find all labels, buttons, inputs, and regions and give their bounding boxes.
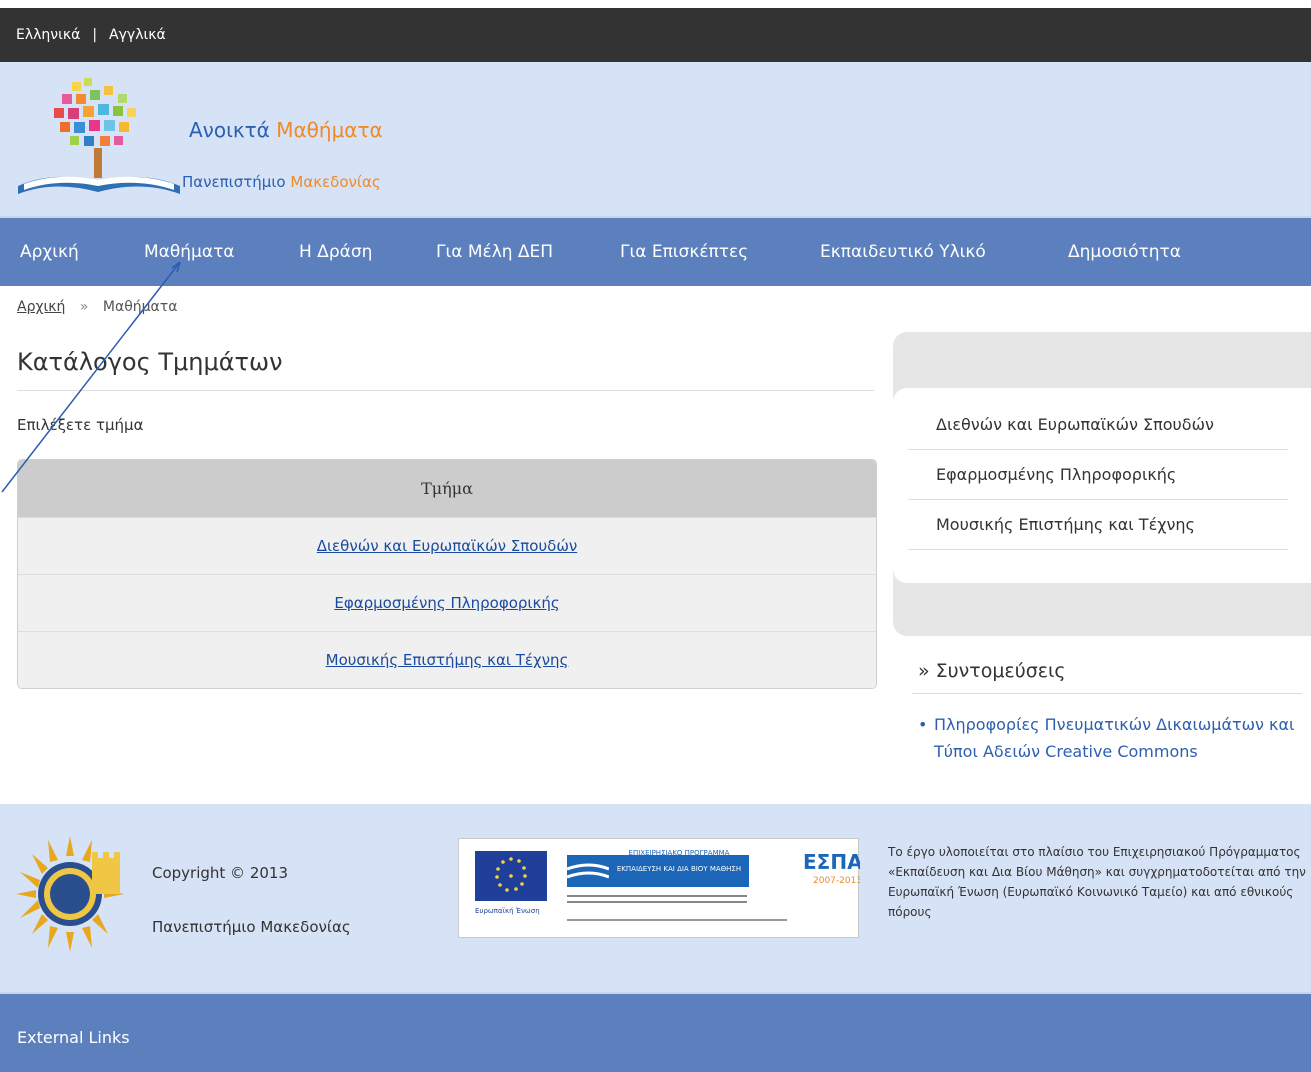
nav-item-publicity[interactable]: Δημοσιότητα <box>1068 242 1181 262</box>
nav-item-courses[interactable]: Μαθήματα <box>144 242 235 262</box>
departments-table: Τμήμα Διεθνών και Ευρωπαϊκών Σπουδών Εφα… <box>17 459 877 689</box>
espa-years: 2007-2013 <box>813 876 860 886</box>
shortcuts-divider <box>912 693 1302 694</box>
brand-title: Ανοικτά Μαθήματα <box>189 118 383 142</box>
table-header: Τμήμα <box>18 460 876 517</box>
list-item: • Πληροφορίες Πνευματικών Δικαιωμάτων κα… <box>918 711 1308 765</box>
department-link-international-european-studies[interactable]: Διεθνών και Ευρωπαϊκών Σπουδών <box>317 537 578 555</box>
sidebar-item-music-science-art[interactable]: Μουσικής Επιστήμης και Τέχνης <box>908 500 1288 550</box>
breadcrumb: Αρχική » Μαθήματα <box>17 299 177 315</box>
nav-item-educational-material[interactable]: Εκπαιδευτικό Υλικό <box>820 242 986 262</box>
external-links-bar <box>0 992 1311 1072</box>
table-row: Μουσικής Επιστήμης και Τέχνης <box>18 631 876 688</box>
espa-funding-banner: ΕΠΙΧΕΙΡΗΣΙΑΚΟ ΠΡΟΓΡΑΜΜΑ ΕΚΠΑΙΔΕΥΣΗ ΚΑΙ Δ… <box>458 838 863 938</box>
language-bar: Ελληνικά | Αγγλικά <box>0 8 1311 62</box>
brand-subtitle-main: Πανεπιστήμιο <box>182 173 286 191</box>
lang-english-link[interactable]: Αγγλικά <box>109 27 166 43</box>
espa-program-line1: ΕΠΙΧΕΙΡΗΣΙΑΚΟ ΠΡΟΓΡΑΜΜΑ <box>629 849 730 857</box>
department-link-applied-informatics[interactable]: Εφαρμοσμένης Πληροφορικής <box>334 594 559 612</box>
title-divider <box>17 390 874 391</box>
espa-program-line2: ΕΚΠΑΙΔΕΥΣΗ ΚΑΙ ΔΙΑ ΒΙΟΥ ΜΑΘΗΣΗ <box>617 865 741 873</box>
open-courses-logo[interactable] <box>14 74 184 204</box>
brand-subtitle: Πανεπιστήμιο Μακεδονίας <box>182 173 381 191</box>
table-row: Εφαρμοσμένης Πληροφορικής <box>18 574 876 631</box>
sidebar-item-international-european-studies[interactable]: Διεθνών και Ευρωπαϊκών Σπουδών <box>908 400 1288 450</box>
espa-eu-label: Ευρωπαϊκή Ένωση <box>475 907 540 915</box>
lang-separator: | <box>92 27 98 43</box>
main-nav: Αρχική Μαθήματα Η Δράση Για Μέλη ΔΕΠ Για… <box>0 216 1311 286</box>
brand-title-accent: Μαθήματα <box>276 118 383 142</box>
brand-subtitle-accent: Μακεδονίας <box>290 173 381 191</box>
department-link-music-science-art[interactable]: Μουσικής Επιστήμης και Τέχνης <box>326 651 569 669</box>
breadcrumb-home-link[interactable]: Αρχική <box>17 299 65 315</box>
site-header: Ανοικτά Μαθήματα Πανεπιστήμιο Μακεδονίας <box>0 62 1311 216</box>
copyright-text: Copyright © 2013 <box>152 864 289 882</box>
funding-statement: Το έργο υλοποιείται στο πλαίσιο του Επιχ… <box>888 845 1306 919</box>
espa-label: ΕΣΠΑ <box>803 850 860 874</box>
nav-item-home[interactable]: Αρχική <box>20 242 79 262</box>
footer-university-name: Πανεπιστήμιο Μακεδονίας <box>152 918 351 936</box>
external-links-label[interactable]: External Links <box>17 1028 130 1047</box>
breadcrumb-separator: » <box>79 299 89 315</box>
instruction-text: Επιλέξετε τμήμα <box>17 416 144 434</box>
shortcuts-heading: » Συντομεύσεις <box>918 660 1066 682</box>
nav-item-visitors[interactable]: Για Επισκέπτες <box>620 242 748 262</box>
bullet-icon: • <box>918 715 928 734</box>
table-row: Διεθνών και Ευρωπαϊκών Σπουδών <box>18 517 876 574</box>
breadcrumb-current: Μαθήματα <box>102 299 178 315</box>
nav-item-action[interactable]: Η Δράση <box>299 242 372 262</box>
espa-logos-icon: ΕΠΙΧΕΙΡΗΣΙΑΚΟ ΠΡΟΓΡΑΜΜΑ ΕΚΠΑΙΔΕΥΣΗ ΚΑΙ Δ… <box>475 849 863 921</box>
brand-title-main: Ανοικτά <box>189 118 270 142</box>
university-seal-icon <box>16 836 124 952</box>
sidebar-item-applied-informatics[interactable]: Εφαρμοσμένης Πληροφορικής <box>908 450 1288 500</box>
page-title: Κατάλογος Τμημάτων <box>17 348 283 376</box>
shortcut-link-copyright-info[interactable]: Πληροφορίες Πνευματικών Δικαιωμάτων και … <box>934 711 1308 765</box>
lang-greek-link[interactable]: Ελληνικά <box>16 27 80 43</box>
nav-item-faculty[interactable]: Για Μέλη ΔΕΠ <box>436 242 553 262</box>
